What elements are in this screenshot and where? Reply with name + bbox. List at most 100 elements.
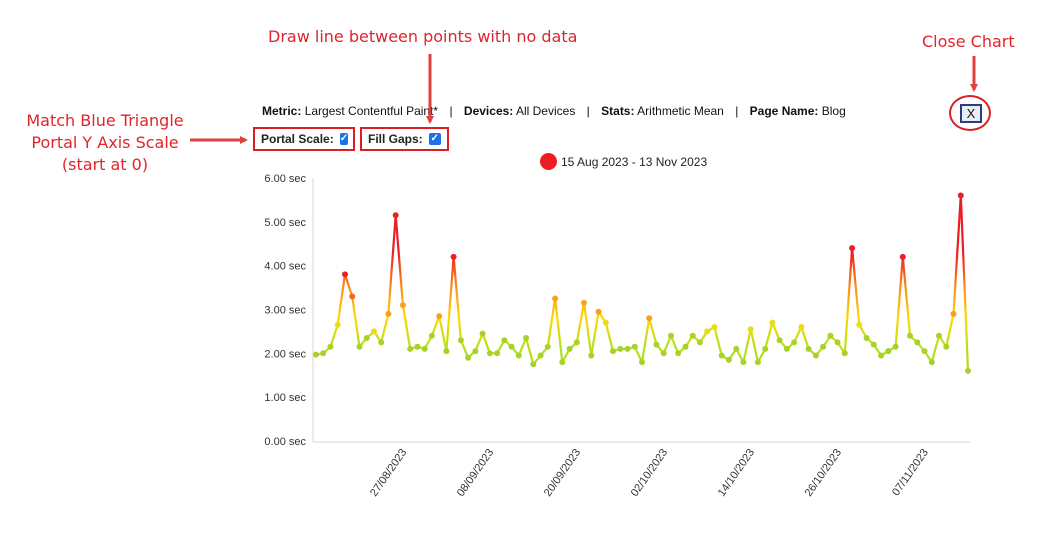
data-point[interactable] bbox=[450, 253, 457, 260]
data-point[interactable] bbox=[494, 350, 501, 357]
data-point[interactable] bbox=[559, 359, 566, 366]
data-point[interactable] bbox=[624, 345, 631, 352]
data-point[interactable] bbox=[769, 319, 776, 326]
data-point[interactable] bbox=[610, 348, 616, 355]
data-point[interactable] bbox=[921, 348, 928, 355]
data-point[interactable] bbox=[936, 332, 942, 339]
data-point[interactable] bbox=[371, 328, 377, 335]
data-point[interactable] bbox=[313, 351, 319, 358]
data-point[interactable] bbox=[747, 326, 754, 333]
data-point[interactable] bbox=[740, 359, 747, 366]
data-point[interactable] bbox=[878, 352, 885, 359]
data-point[interactable] bbox=[863, 335, 870, 341]
data-point[interactable] bbox=[776, 337, 783, 344]
y-tick-label: 4.00 sec bbox=[264, 261, 306, 273]
data-point[interactable] bbox=[552, 295, 559, 302]
x-tick-label: 08/09/2023 bbox=[455, 447, 496, 499]
data-point[interactable] bbox=[689, 332, 696, 339]
data-point[interactable] bbox=[486, 350, 493, 357]
data-point[interactable] bbox=[791, 339, 798, 346]
data-point[interactable] bbox=[428, 332, 435, 339]
data-point[interactable] bbox=[421, 345, 428, 352]
data-point[interactable] bbox=[957, 192, 964, 199]
data-point[interactable] bbox=[762, 345, 769, 352]
data-point[interactable] bbox=[827, 332, 834, 339]
data-point[interactable] bbox=[523, 335, 530, 341]
data-point[interactable] bbox=[943, 343, 950, 350]
data-point[interactable] bbox=[950, 310, 957, 317]
data-point[interactable] bbox=[697, 339, 703, 346]
data-point[interactable] bbox=[342, 271, 348, 278]
data-point[interactable] bbox=[965, 367, 971, 374]
x-tick-label: 07/11/2023 bbox=[890, 447, 931, 498]
data-point[interactable] bbox=[870, 341, 877, 348]
data-point[interactable] bbox=[573, 339, 580, 346]
data-point[interactable] bbox=[668, 332, 674, 339]
data-point[interactable] bbox=[798, 324, 805, 330]
data-point[interactable] bbox=[537, 352, 544, 359]
data-point[interactable] bbox=[711, 324, 718, 330]
data-point[interactable] bbox=[631, 343, 638, 350]
y-tick-label: 3.00 sec bbox=[264, 305, 306, 317]
data-point[interactable] bbox=[530, 361, 537, 368]
data-point[interactable] bbox=[653, 341, 660, 348]
data-point[interactable] bbox=[856, 321, 863, 328]
data-point[interactable] bbox=[639, 359, 645, 366]
x-tick-label: 27/08/2023 bbox=[368, 447, 409, 499]
data-point[interactable] bbox=[907, 332, 913, 339]
data-point[interactable] bbox=[407, 345, 414, 352]
data-point[interactable] bbox=[754, 359, 761, 366]
data-point[interactable] bbox=[892, 343, 899, 350]
data-point[interactable] bbox=[660, 350, 667, 357]
data-point[interactable] bbox=[544, 343, 551, 350]
data-point[interactable] bbox=[646, 315, 653, 322]
data-point[interactable] bbox=[581, 299, 587, 306]
data-point[interactable] bbox=[363, 335, 370, 341]
data-point[interactable] bbox=[617, 345, 624, 352]
data-point[interactable] bbox=[841, 350, 848, 357]
data-point[interactable] bbox=[436, 313, 443, 320]
y-tick-label: 2.00 sec bbox=[264, 348, 306, 360]
data-point[interactable] bbox=[783, 345, 790, 352]
data-point[interactable] bbox=[508, 343, 515, 350]
data-point[interactable] bbox=[849, 245, 856, 252]
data-point[interactable] bbox=[595, 308, 602, 315]
data-point[interactable] bbox=[704, 328, 711, 335]
data-point[interactable] bbox=[472, 348, 479, 355]
data-point[interactable] bbox=[349, 293, 356, 300]
data-point[interactable] bbox=[479, 330, 486, 337]
y-tick-label: 5.00 sec bbox=[264, 217, 306, 229]
data-point[interactable] bbox=[465, 354, 472, 361]
x-ticks: 27/08/2023 08/09/2023 20/09/2023 02/10/2023… bbox=[368, 447, 931, 499]
data-point[interactable] bbox=[320, 350, 327, 357]
data-point[interactable] bbox=[602, 319, 609, 326]
data-point[interactable] bbox=[812, 352, 819, 359]
data-point[interactable] bbox=[675, 350, 682, 357]
data-point[interactable] bbox=[914, 339, 921, 346]
data-point[interactable] bbox=[378, 339, 385, 346]
data-point[interactable] bbox=[733, 345, 740, 352]
data-point[interactable] bbox=[392, 212, 399, 219]
data-point[interactable] bbox=[515, 352, 522, 359]
data-point[interactable] bbox=[443, 348, 450, 355]
data-point[interactable] bbox=[588, 352, 595, 359]
data-point[interactable] bbox=[928, 359, 935, 366]
data-point[interactable] bbox=[885, 348, 892, 355]
data-point[interactable] bbox=[718, 352, 725, 359]
y-ticks: 0.00 sec 1.00 sec 2.00 sec 3.00 sec 4.00 sec… bbox=[264, 173, 306, 448]
data-point[interactable] bbox=[385, 310, 392, 317]
data-point[interactable] bbox=[501, 337, 508, 344]
data-point[interactable] bbox=[725, 356, 732, 363]
data-point[interactable] bbox=[414, 343, 421, 350]
data-point[interactable] bbox=[805, 345, 812, 352]
data-point[interactable] bbox=[566, 345, 573, 352]
data-point[interactable] bbox=[399, 302, 406, 309]
data-point[interactable] bbox=[834, 339, 841, 346]
data-point[interactable] bbox=[820, 343, 827, 350]
data-point[interactable] bbox=[334, 321, 341, 328]
data-point[interactable] bbox=[899, 253, 906, 260]
data-point[interactable] bbox=[327, 343, 334, 350]
data-point[interactable] bbox=[457, 337, 464, 344]
data-point[interactable] bbox=[356, 343, 363, 350]
data-point[interactable] bbox=[682, 343, 689, 350]
